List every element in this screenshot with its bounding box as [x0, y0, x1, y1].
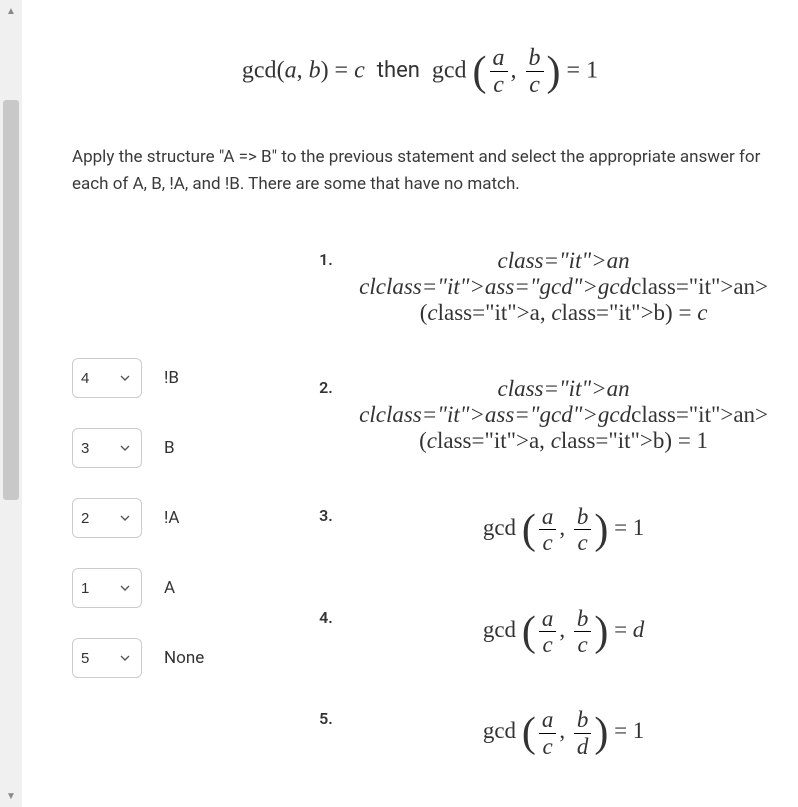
selector-label: B — [164, 438, 175, 458]
var-a: a — [285, 57, 297, 83]
vertical-scrollbar[interactable]: ▲ ▼ — [0, 0, 22, 807]
frac-den: c — [526, 72, 544, 98]
question-body: 12345!B12345B12345!A12345A12345None 1.cl… — [72, 248, 768, 807]
answer-select-b[interactable]: 12345 — [72, 428, 142, 468]
option-equation: gcd (ac, bc) = d — [359, 606, 768, 658]
option-equation: class="it">an clclass="it">ass="gcd">gcd… — [359, 248, 768, 326]
answer-select-not-a[interactable]: 12345 — [72, 498, 142, 538]
selector-row: 12345 B — [72, 428, 279, 468]
scroll-up-arrow[interactable]: ▲ — [0, 0, 22, 22]
option-equation: gcd (ac, bc) = 1 — [359, 504, 768, 556]
option-equation: class="it">an clclass="it">ass="gcd">gcd… — [359, 376, 768, 454]
connector-then: then — [377, 58, 420, 83]
option-row: 3.gcd (ac, bc) = 1 — [319, 504, 768, 556]
scroll-thumb[interactable] — [3, 100, 19, 500]
selector-row: 12345 !A — [72, 498, 279, 538]
option-number: 2. — [319, 376, 359, 397]
option-number: 3. — [319, 504, 359, 525]
answer-select-none[interactable]: 12345 — [72, 638, 142, 678]
equals-one: = 1 — [567, 57, 599, 83]
selector-label: A — [164, 578, 175, 598]
selector-label: !B — [164, 368, 179, 388]
option-number: 1. — [319, 248, 359, 269]
selector-label: None — [164, 648, 204, 668]
question-content: gcd(a, b) = c then gcd (ac, bc) = 1 Appl… — [22, 0, 798, 807]
scroll-down-arrow[interactable]: ▼ — [0, 785, 22, 807]
option-row: 5.gcd (ac, bd) = 1 — [319, 707, 768, 759]
option-equation: gcd (ac, bd) = 1 — [359, 707, 768, 759]
selector-row: 12345 !B — [72, 358, 279, 398]
main-equation: gcd(a, b) = c then gcd (ac, bc) = 1 — [72, 45, 768, 99]
frac-den: c — [490, 72, 508, 98]
instruction-text: Apply the structure "A => B" to the prev… — [72, 144, 768, 198]
selector-row: 12345 None — [72, 638, 279, 678]
answer-select-not-b[interactable]: 12345 — [72, 358, 142, 398]
answer-select-a[interactable]: 12345 — [72, 568, 142, 608]
selectors-column: 12345 !B 12345 B 12345 !A 12345 A 12345 None — [72, 248, 279, 807]
gcd-label: gcd — [432, 57, 467, 83]
option-row: 4.gcd (ac, bc) = d — [319, 606, 768, 658]
frac-num: b — [526, 45, 544, 72]
option-number: 4. — [319, 606, 359, 627]
selector-row: 12345 A — [72, 568, 279, 608]
option-number: 5. — [319, 707, 359, 728]
selector-label: !A — [164, 508, 179, 528]
option-row: 1.class="it">an clclass="it">ass="gcd">g… — [319, 248, 768, 326]
option-row: 2.class="it">an clclass="it">ass="gcd">g… — [319, 376, 768, 454]
options-column: 1.class="it">an clclass="it">ass="gcd">g… — [319, 248, 768, 807]
frac-num: a — [490, 45, 508, 72]
